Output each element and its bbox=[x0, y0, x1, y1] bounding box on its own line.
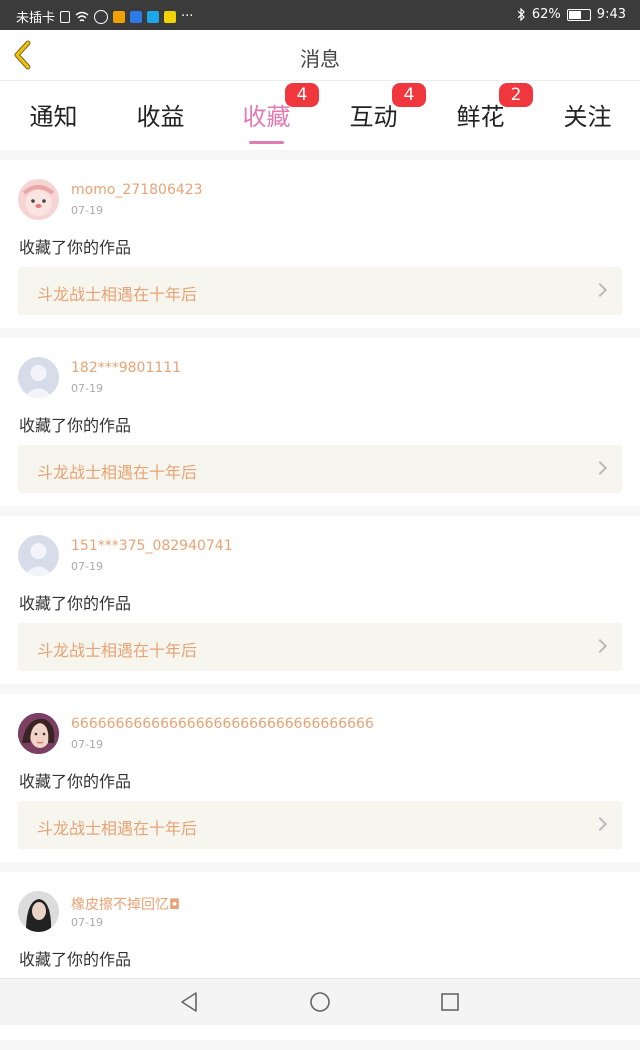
more-indicator: ··· bbox=[181, 9, 194, 24]
photo-avatar-dark-icon bbox=[18, 891, 59, 932]
tab-label: 收益 bbox=[136, 103, 185, 131]
back-triangle-icon bbox=[181, 992, 197, 1012]
tab-favorites[interactable]: 收藏 4 bbox=[213, 83, 320, 144]
recent-square-icon bbox=[441, 993, 459, 1011]
default-avatar-icon bbox=[24, 543, 53, 576]
chevron-right-icon bbox=[592, 282, 608, 298]
nav-recent-button[interactable] bbox=[437, 989, 463, 1015]
battery-icon bbox=[566, 8, 591, 21]
tab-interaction[interactable]: 互动 4 bbox=[320, 83, 427, 132]
tab-income[interactable]: 收益 bbox=[107, 91, 214, 132]
user-name[interactable]: 橡皮擦不掉回忆◘ bbox=[71, 894, 180, 914]
user-name[interactable]: 182***9801111 bbox=[71, 360, 181, 376]
app-icon-browser bbox=[147, 10, 160, 23]
clock: 9:43 bbox=[596, 7, 626, 22]
list-item: 151***375_082940741 07-19 收藏了你的作品 斗龙战士相遇… bbox=[0, 516, 640, 684]
badge-flowers: 2 bbox=[499, 83, 533, 107]
action-text: 收藏了你的作品 bbox=[19, 238, 132, 257]
badge-interaction: 4 bbox=[392, 83, 426, 107]
date: 07-19 bbox=[71, 916, 103, 929]
battery-percent: 62% bbox=[531, 7, 561, 22]
work-link[interactable]: 斗龙战士相遇在十年后 bbox=[18, 445, 622, 493]
tab-follow[interactable]: 关注 bbox=[534, 91, 640, 132]
work-title: 斗龙战士相遇在十年后 bbox=[37, 819, 198, 838]
action-text: 收藏了你的作品 bbox=[19, 594, 132, 613]
avatar[interactable] bbox=[18, 357, 59, 398]
pink-cartoon-avatar-icon bbox=[22, 185, 55, 216]
home-circle-icon bbox=[310, 992, 330, 1012]
action-text: 收藏了你的作品 bbox=[19, 416, 132, 435]
photo-avatar-icon bbox=[18, 713, 59, 754]
active-tab-indicator bbox=[249, 141, 284, 144]
status-left: 未插卡 ··· bbox=[16, 7, 193, 26]
avatar[interactable] bbox=[18, 713, 59, 754]
sim-icon bbox=[60, 10, 71, 23]
badge-favorites: 4 bbox=[285, 83, 319, 107]
k-icon bbox=[94, 9, 109, 24]
user-name[interactable]: momo_271806423 bbox=[71, 182, 203, 198]
chevron-right-icon bbox=[592, 460, 608, 476]
date: 07-19 bbox=[71, 560, 103, 573]
nav-home-button[interactable] bbox=[307, 989, 333, 1015]
carrier-text: 未插卡 bbox=[16, 11, 56, 26]
page-title: 消息 bbox=[300, 47, 340, 71]
work-link[interactable]: 斗龙战士相遇在十年后 bbox=[18, 623, 622, 671]
avatar[interactable] bbox=[18, 179, 59, 220]
message-list: momo_271806423 07-19 收藏了你的作品 斗龙战士相遇在十年后 … bbox=[0, 160, 640, 1050]
system-nav-bar bbox=[0, 978, 640, 1025]
action-text: 收藏了你的作品 bbox=[19, 772, 132, 791]
date: 07-19 bbox=[71, 204, 103, 217]
action-text: 收藏了你的作品 bbox=[19, 950, 132, 969]
app-icon-blue bbox=[130, 10, 143, 23]
list-item: 6666666666666666666666666666666666 07-19… bbox=[0, 694, 640, 862]
user-name[interactable]: 6666666666666666666666666666666666 bbox=[71, 716, 374, 732]
status-right: 62% 9:43 bbox=[516, 7, 626, 22]
list-item: momo_271806423 07-19 收藏了你的作品 斗龙战士相遇在十年后 bbox=[0, 160, 640, 328]
nav-back-button[interactable] bbox=[177, 989, 203, 1015]
avatar[interactable] bbox=[18, 891, 59, 932]
tab-label: 鲜花 bbox=[456, 103, 505, 131]
work-title: 斗龙战士相遇在十年后 bbox=[37, 641, 198, 660]
work-link[interactable]: 斗龙战士相遇在十年后 bbox=[18, 801, 622, 849]
date: 07-19 bbox=[71, 738, 103, 751]
user-name[interactable]: 151***375_082940741 bbox=[71, 538, 233, 554]
app-icon-orange bbox=[113, 10, 126, 23]
app-icon-yellow bbox=[164, 10, 177, 23]
chevron-right-icon bbox=[592, 638, 608, 654]
tab-label: 互动 bbox=[349, 103, 398, 131]
tab-label: 通知 bbox=[29, 103, 78, 131]
status-bar: 未插卡 ··· 62% 9:43 bbox=[0, 0, 640, 30]
avatar[interactable] bbox=[18, 535, 59, 576]
work-link[interactable]: 斗龙战士相遇在十年后 bbox=[18, 267, 622, 315]
work-title: 斗龙战士相遇在十年后 bbox=[37, 463, 198, 482]
bluetooth-icon bbox=[517, 8, 525, 21]
list-item: 182***9801111 07-19 收藏了你的作品 斗龙战士相遇在十年后 bbox=[0, 338, 640, 506]
chevron-right-icon bbox=[592, 816, 608, 832]
tab-bar: 通知 收益 收藏 4 互动 4 鲜花 2 关注 bbox=[0, 81, 640, 150]
tab-notice[interactable]: 通知 bbox=[0, 91, 107, 132]
wifi-icon bbox=[75, 11, 89, 22]
default-avatar-icon bbox=[24, 365, 53, 398]
work-title: 斗龙战士相遇在十年后 bbox=[37, 285, 198, 304]
tab-flowers[interactable]: 鲜花 2 bbox=[427, 83, 534, 132]
tab-label: 收藏 bbox=[242, 103, 291, 131]
date: 07-19 bbox=[71, 382, 103, 395]
header: 消息 bbox=[0, 30, 640, 81]
tab-label: 关注 bbox=[563, 103, 612, 131]
